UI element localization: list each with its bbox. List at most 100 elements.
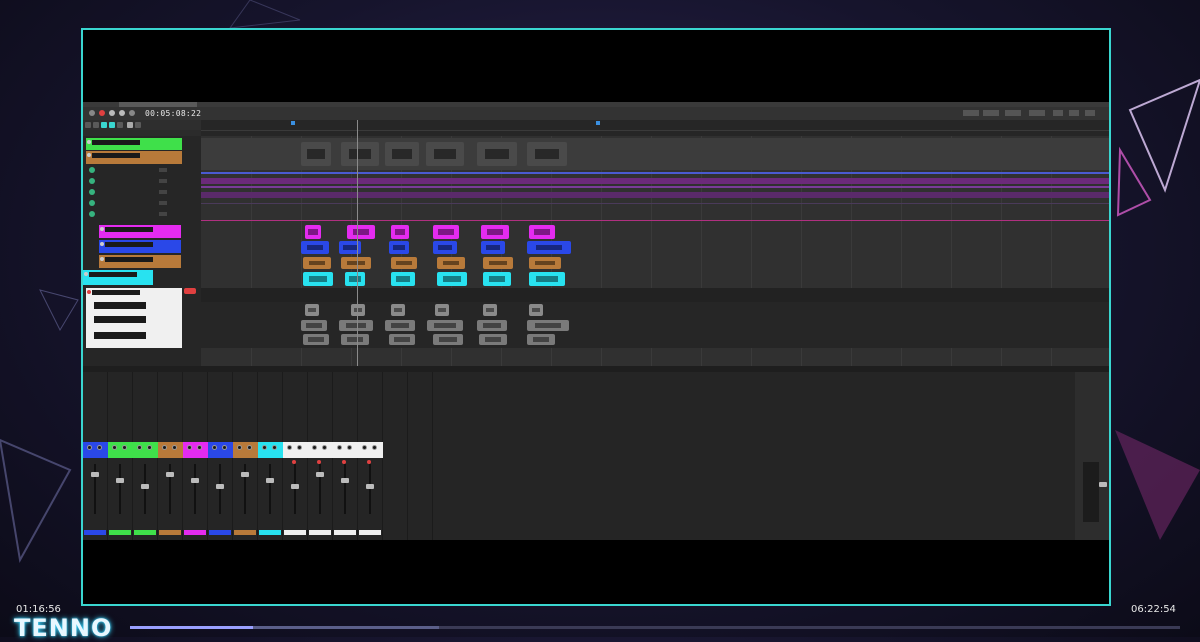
mixer-strip[interactable] <box>408 372 433 540</box>
insert-slot[interactable] <box>359 386 381 389</box>
insert-slot[interactable] <box>234 376 256 379</box>
insert-slot[interactable] <box>259 386 281 389</box>
audio-clip[interactable] <box>341 142 379 166</box>
listen-tool-icon[interactable] <box>135 122 141 128</box>
audio-clip[interactable] <box>341 334 369 345</box>
insert-slot[interactable] <box>309 386 331 389</box>
automation-lane[interactable] <box>201 192 1109 198</box>
subtrack-2[interactable] <box>94 316 146 323</box>
settings-icon[interactable] <box>1053 110 1063 116</box>
volume-fader[interactable] <box>266 478 274 483</box>
insert-slot[interactable] <box>384 401 406 404</box>
insert-slot[interactable] <box>334 391 356 394</box>
insert-slot[interactable] <box>309 381 331 384</box>
volume-fader[interactable] <box>91 472 99 477</box>
menu-icon[interactable] <box>1085 110 1095 116</box>
insert-slot[interactable] <box>134 386 156 389</box>
mute-icon[interactable] <box>137 445 142 450</box>
lane-folder-children[interactable] <box>201 302 1109 348</box>
audio-clip[interactable] <box>529 304 543 316</box>
insert-slot[interactable] <box>109 386 131 389</box>
midi-clip[interactable] <box>305 225 321 239</box>
back-icon[interactable] <box>89 110 95 116</box>
insert-slot[interactable] <box>109 391 131 394</box>
mixer-strip[interactable] <box>158 372 183 540</box>
track-row[interactable] <box>89 210 179 219</box>
volume-fader[interactable] <box>216 484 224 489</box>
audio-clip[interactable] <box>529 257 561 269</box>
record-arm-icon[interactable] <box>317 460 321 464</box>
track-enable-icon[interactable] <box>89 189 95 195</box>
insert-slot[interactable] <box>409 401 431 404</box>
audio-clip[interactable] <box>385 320 415 331</box>
insert-slot[interactable] <box>159 391 181 394</box>
audio-clip[interactable] <box>437 257 465 269</box>
record-arm-icon[interactable] <box>292 460 296 464</box>
timeline-ruler[interactable] <box>201 120 1109 137</box>
solo-icon[interactable] <box>322 445 327 450</box>
record-icon[interactable] <box>99 110 105 116</box>
play-icon[interactable] <box>109 110 115 116</box>
mute-icon[interactable] <box>187 445 192 450</box>
track-header-brown-2[interactable] <box>99 255 181 268</box>
audio-clip[interactable] <box>385 142 419 166</box>
insert-slot[interactable] <box>209 386 231 389</box>
mute-tool-icon[interactable] <box>127 122 133 128</box>
solo-icon[interactable] <box>272 445 277 450</box>
mute-icon[interactable] <box>312 445 317 450</box>
draw-tool-icon[interactable] <box>109 122 115 128</box>
insert-slot[interactable] <box>234 381 256 384</box>
insert-slot[interactable] <box>409 386 431 389</box>
insert-slot[interactable] <box>409 396 431 399</box>
strip-color-header[interactable] <box>208 442 233 458</box>
audio-clip[interactable] <box>529 272 565 286</box>
insert-slot[interactable] <box>159 376 181 379</box>
audio-clip[interactable] <box>305 304 319 316</box>
insert-slot[interactable] <box>234 386 256 389</box>
solo-icon[interactable] <box>347 445 352 450</box>
mute-icon[interactable] <box>287 445 292 450</box>
insert-slot[interactable] <box>359 401 381 404</box>
track-header-blue[interactable] <box>99 240 181 253</box>
track-header-magenta[interactable] <box>99 225 181 238</box>
audio-clip[interactable] <box>427 320 463 331</box>
insert-slot[interactable] <box>134 396 156 399</box>
audio-clip[interactable] <box>303 257 331 269</box>
strip-color-header[interactable] <box>83 442 108 458</box>
record-button[interactable] <box>184 288 196 294</box>
track-row[interactable] <box>89 177 179 186</box>
insert-slot[interactable] <box>84 396 106 399</box>
insert-slot[interactable] <box>234 391 256 394</box>
insert-slot[interactable] <box>259 401 281 404</box>
insert-slot[interactable] <box>334 396 356 399</box>
insert-slot[interactable] <box>109 376 131 379</box>
insert-slot[interactable] <box>409 381 431 384</box>
automation-line[interactable] <box>201 220 1109 221</box>
mute-icon[interactable] <box>237 445 242 450</box>
mute-icon[interactable] <box>262 445 267 450</box>
insert-slot[interactable] <box>134 376 156 379</box>
record-arm-icon[interactable] <box>87 290 91 294</box>
insert-slot[interactable] <box>259 376 281 379</box>
strip-color-header[interactable] <box>333 442 358 458</box>
mixer-strip[interactable] <box>133 372 158 540</box>
mixer-strip[interactable] <box>183 372 208 540</box>
insert-slot[interactable] <box>234 396 256 399</box>
midi-clip[interactable] <box>529 225 555 239</box>
insert-slot[interactable] <box>84 376 106 379</box>
track-row[interactable] <box>89 166 179 175</box>
audio-clip[interactable] <box>389 334 415 345</box>
insert-slot[interactable] <box>284 381 306 384</box>
insert-slot[interactable] <box>184 391 206 394</box>
insert-slot[interactable] <box>384 381 406 384</box>
midi-clip[interactable] <box>433 241 457 254</box>
volume-fader[interactable] <box>116 478 124 483</box>
insert-slot[interactable] <box>234 401 256 404</box>
view-icon[interactable] <box>1069 110 1079 116</box>
audio-clip[interactable] <box>527 320 569 331</box>
insert-slot[interactable] <box>159 396 181 399</box>
seek-bar[interactable] <box>130 626 1180 629</box>
volume-fader[interactable] <box>141 484 149 489</box>
volume-fader[interactable] <box>166 472 174 477</box>
mixer-strip[interactable] <box>283 372 308 540</box>
